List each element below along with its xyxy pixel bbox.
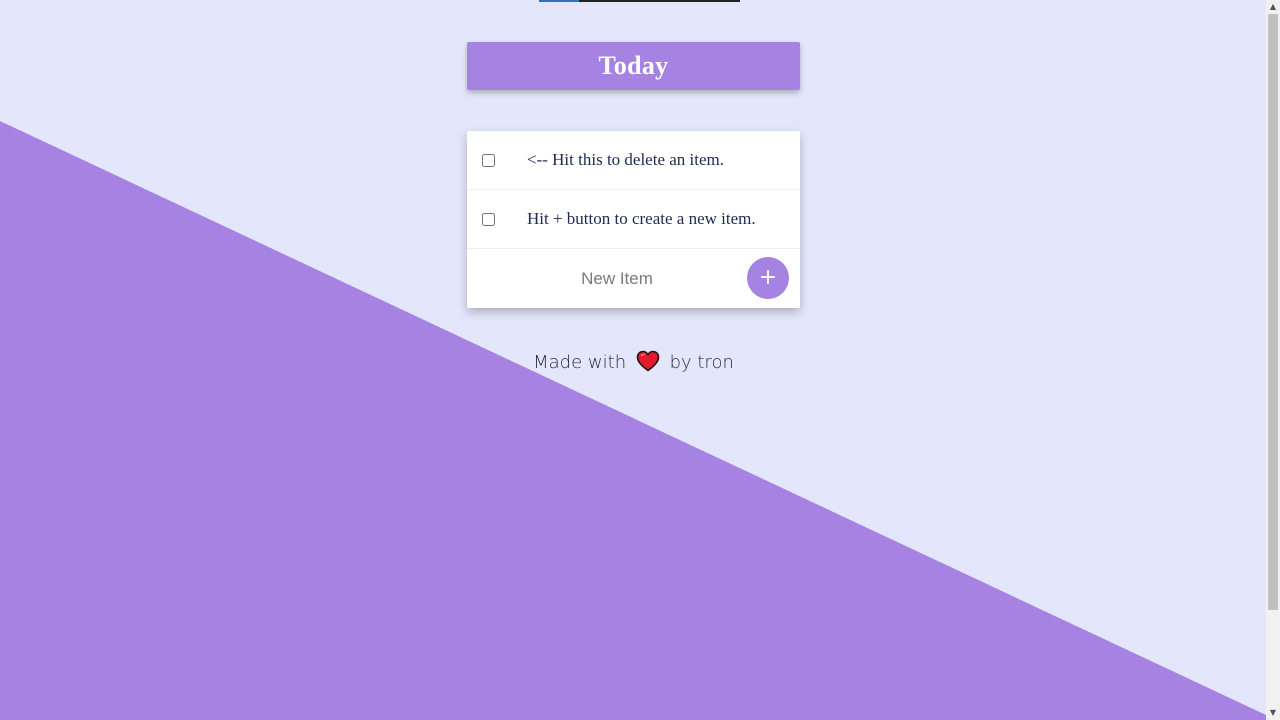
heart-icon (636, 350, 660, 377)
footer: Made with by tron (467, 350, 800, 377)
footer-prefix: Made with (533, 352, 627, 373)
new-item-input[interactable] (482, 263, 752, 295)
top-strip-accent (539, 0, 579, 2)
todo-card: <-- Hit this to delete an item. Hit + bu… (467, 131, 800, 308)
item-text: <-- Hit this to delete an item. (527, 150, 725, 169)
page-title: Today (598, 51, 669, 80)
add-item-button[interactable]: + (747, 257, 789, 299)
top-progress-strip (539, 0, 740, 2)
item-text: Hit + button to create a new item. (527, 209, 756, 228)
footer-suffix: by tron (669, 352, 734, 373)
item-checkbox[interactable] (482, 153, 495, 167)
scrollbar-thumb[interactable] (1268, 14, 1278, 610)
list-item: <-- Hit this to delete an item. (467, 131, 800, 190)
list-item: Hit + button to create a new item. (467, 190, 800, 249)
item-checkbox[interactable] (482, 212, 495, 226)
scroll-up-arrow-icon[interactable]: ▲ (1266, 0, 1280, 14)
vertical-scrollbar[interactable]: ▲ ▼ (1266, 0, 1280, 720)
heading-box: Today (467, 42, 800, 90)
scroll-down-arrow-icon[interactable]: ▼ (1266, 706, 1280, 720)
